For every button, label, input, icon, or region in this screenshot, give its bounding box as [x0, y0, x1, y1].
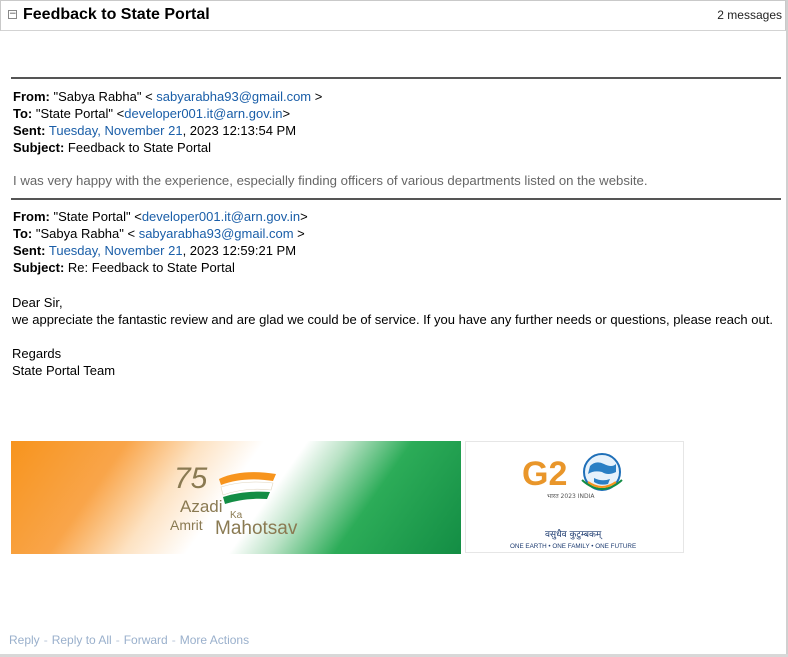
reply-all-link[interactable]: Reply to All — [52, 633, 112, 647]
flag-stripe-green — [223, 491, 270, 504]
message-header-1: From: "Sabya Rabha" < sabyarabha93@gmail… — [13, 88, 322, 156]
message-header-2: From: "State Portal" <developer001.it@ar… — [13, 208, 308, 276]
sent-line: Sent: Tuesday, November 21, 2023 12:59:2… — [13, 243, 297, 258]
g20-year: भारत 2023 INDIA — [547, 493, 595, 500]
more-actions-link[interactable]: More Actions — [180, 633, 249, 647]
signature: State Portal Team — [12, 363, 116, 378]
logo-azadi: Azadi — [180, 497, 223, 516]
g20-letters: G2 — [522, 455, 567, 493]
from-email-link[interactable]: sabyarabha93@gmail.com — [156, 89, 311, 104]
message-separator — [11, 77, 781, 79]
subject-line: Subject: Feedback to State Portal — [13, 140, 212, 155]
from-line: From: "State Portal" <developer001.it@ar… — [13, 209, 308, 224]
message-count: 2 messages — [717, 8, 782, 22]
message-body: Dear Sir, we appreciate the fantastic re… — [12, 294, 784, 379]
from-email-link[interactable]: developer001.it@arn.gov.in — [142, 209, 300, 224]
to-email-link[interactable]: sabyarabha93@gmail.com — [139, 226, 294, 241]
regards: Regards — [12, 346, 62, 361]
sent-date-link[interactable]: Tuesday, November 21 — [49, 123, 183, 138]
azadi-logo: 75 Azadi Ka Amrit Mahotsav — [170, 462, 298, 539]
sent-line: Sent: Tuesday, November 21, 2023 12:13:5… — [13, 123, 297, 138]
body-text: we appreciate the fantastic review and a… — [12, 312, 773, 327]
to-line: To: "Sabya Rabha" < sabyarabha93@gmail.c… — [13, 226, 305, 241]
message-separator — [11, 198, 781, 200]
quoted-message-text: I was very happy with the experience, es… — [13, 173, 648, 188]
g20-banner: G2 भारत 2023 INDIA वसुधैव कुटुम्बकम् ONE… — [465, 441, 684, 553]
thread-title: Feedback to State Portal — [23, 6, 210, 23]
sent-date-link[interactable]: Tuesday, November 21 — [49, 243, 183, 258]
forward-link[interactable]: Forward — [124, 633, 168, 647]
subject-line: Subject: Re: Feedback to State Portal — [13, 260, 235, 275]
collapse-icon[interactable]: − — [8, 10, 17, 19]
azadi-ka-amrit-mahotsav-banner: 75 Azadi Ka Amrit Mahotsav — [11, 441, 461, 554]
message-actions: Reply - Reply to All - Forward - More Actions — [9, 633, 250, 647]
logo-number: 75 — [174, 462, 208, 495]
logo-mahotsav: Mahotsav — [215, 518, 298, 539]
g20-motto-hindi: वसुधैव कुटुम्बकम् — [545, 528, 603, 540]
to-line: To: "State Portal" <developer001.it@arn.… — [13, 106, 291, 121]
thread-header: − Feedback to State Portal 2 messages — [0, 0, 786, 31]
from-line: From: "Sabya Rabha" < sabyarabha93@gmail… — [13, 89, 323, 104]
g20-logo: G2 भारत 2023 INDIA वसुधैव कुटुम्बकम् ONE… — [510, 453, 636, 550]
to-email-link[interactable]: developer001.it@arn.gov.in — [124, 106, 282, 121]
logo-amrit: Amrit — [170, 517, 203, 533]
reply-link[interactable]: Reply — [9, 633, 40, 647]
g20-motto: ONE EARTH • ONE FAMILY • ONE FUTURE — [510, 543, 636, 550]
greeting: Dear Sir, — [12, 295, 63, 310]
